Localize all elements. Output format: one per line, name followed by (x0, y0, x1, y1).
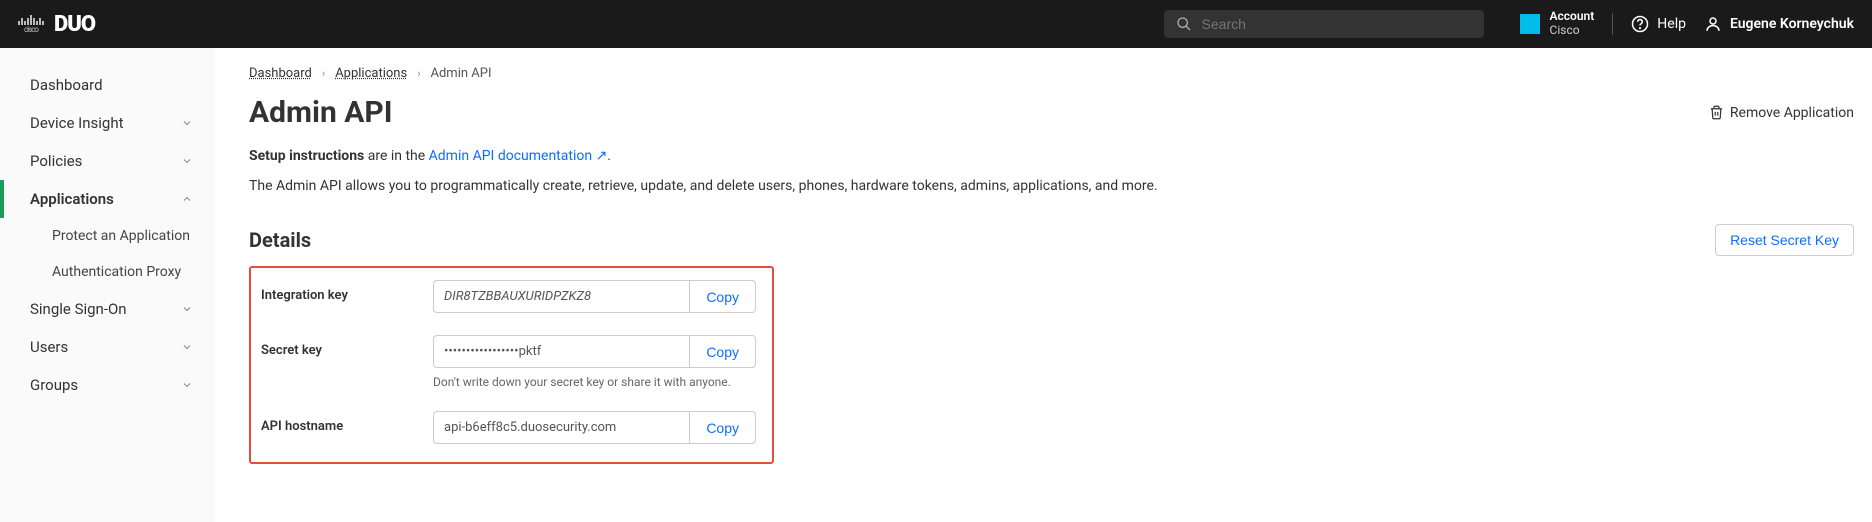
breadcrumb-applications[interactable]: Applications (335, 66, 407, 81)
secret-key-row: Secret key Copy Don't write down your se… (261, 335, 756, 389)
integration-key-row: Integration key Copy (261, 280, 756, 313)
user-icon (1704, 15, 1722, 33)
cisco-logo: cisco (18, 15, 44, 34)
sidebar-label: Users (30, 338, 68, 356)
setup-rest: are in the (364, 148, 428, 164)
integration-key-field[interactable] (433, 280, 689, 313)
sidebar-sub-protect-app[interactable]: Protect an Application (0, 218, 215, 254)
sidebar-item-sso[interactable]: Single Sign-On (0, 290, 215, 328)
sidebar-item-device-insight[interactable]: Device Insight (0, 104, 215, 142)
setup-instructions: Setup instructions are in the Admin API … (249, 148, 1854, 164)
account-menu[interactable]: Account Cisco (1520, 10, 1595, 38)
chevron-down-icon (181, 341, 193, 353)
header-right: Account Cisco Help Eugene Korneychuk (1520, 10, 1854, 38)
search-box[interactable] (1164, 10, 1484, 38)
title-row: Admin API Remove Application (249, 95, 1854, 130)
chevron-down-icon (181, 117, 193, 129)
sidebar-label: Single Sign-On (30, 300, 127, 318)
chevron-up-icon (181, 193, 193, 205)
reset-secret-key-button[interactable]: Reset Secret Key (1715, 224, 1854, 256)
details-header: Details Reset Secret Key (249, 224, 1854, 256)
help-link[interactable]: Help (1631, 15, 1686, 33)
sidebar-item-users[interactable]: Users (0, 328, 215, 366)
search-icon (1176, 16, 1192, 32)
sidebar-label: Groups (30, 376, 78, 394)
app-header: cisco DUO Account Cisco Help Eugene Korn… (0, 0, 1872, 48)
breadcrumb-dashboard[interactable]: Dashboard (249, 66, 312, 81)
breadcrumb-sep: › (417, 67, 420, 80)
copy-api-hostname-button[interactable]: Copy (689, 411, 756, 444)
setup-period: . (607, 148, 611, 164)
duo-logo: DUO (54, 12, 95, 37)
help-label: Help (1657, 16, 1686, 32)
sidebar-item-groups[interactable]: Groups (0, 366, 215, 404)
search-input[interactable] (1202, 16, 1472, 32)
api-description: The Admin API allows you to programmatic… (249, 178, 1854, 194)
details-heading: Details (249, 228, 311, 252)
remove-app-label: Remove Application (1730, 105, 1854, 121)
cisco-text: cisco (24, 25, 38, 34)
breadcrumb-sep: › (322, 67, 325, 80)
account-label: Account (1550, 10, 1595, 24)
sidebar-label: Applications (30, 190, 114, 208)
sidebar-label: Dashboard (30, 76, 103, 94)
main-content: Dashboard › Applications › Admin API Adm… (215, 48, 1872, 522)
admin-api-doc-link[interactable]: Admin API documentation ↗ (429, 148, 608, 164)
api-hostname-label: API hostname (261, 411, 421, 434)
sidebar-label: Device Insight (30, 114, 124, 132)
help-icon (1631, 15, 1649, 33)
user-menu[interactable]: Eugene Korneychuk (1704, 15, 1854, 33)
separator (1612, 13, 1613, 35)
trash-icon (1709, 105, 1724, 120)
chevron-down-icon (181, 379, 193, 391)
copy-integration-key-button[interactable]: Copy (689, 280, 756, 313)
breadcrumb-current: Admin API (431, 66, 492, 81)
sidebar-item-applications[interactable]: Applications (0, 180, 215, 218)
details-box: Integration key Copy Secret key Copy Don… (249, 266, 774, 464)
chevron-down-icon (181, 303, 193, 315)
copy-secret-key-button[interactable]: Copy (689, 335, 756, 368)
sidebar: Dashboard Device Insight Policies Applic… (0, 48, 215, 522)
user-name: Eugene Korneychuk (1730, 16, 1854, 32)
secret-key-field[interactable] (433, 335, 689, 368)
sidebar-item-policies[interactable]: Policies (0, 142, 215, 180)
integration-key-label: Integration key (261, 280, 421, 303)
sidebar-label: Policies (30, 152, 82, 170)
api-hostname-row: API hostname Copy (261, 411, 756, 444)
sidebar-sub-auth-proxy[interactable]: Authentication Proxy (0, 254, 215, 290)
account-sub: Cisco (1550, 24, 1595, 38)
chevron-down-icon (181, 155, 193, 167)
setup-bold: Setup instructions (249, 148, 364, 164)
breadcrumb: Dashboard › Applications › Admin API (249, 66, 1854, 81)
external-link-icon: ↗ (596, 148, 608, 164)
account-icon (1520, 14, 1540, 34)
secret-key-hint: Don't write down your secret key or shar… (433, 375, 756, 389)
page-title: Admin API (249, 95, 393, 130)
secret-key-label: Secret key (261, 335, 421, 358)
layout: Dashboard Device Insight Policies Applic… (0, 48, 1872, 522)
remove-application-button[interactable]: Remove Application (1709, 105, 1854, 121)
api-hostname-field[interactable] (433, 411, 689, 444)
brand-logo[interactable]: cisco DUO (18, 12, 95, 37)
sidebar-item-dashboard[interactable]: Dashboard (0, 66, 215, 104)
